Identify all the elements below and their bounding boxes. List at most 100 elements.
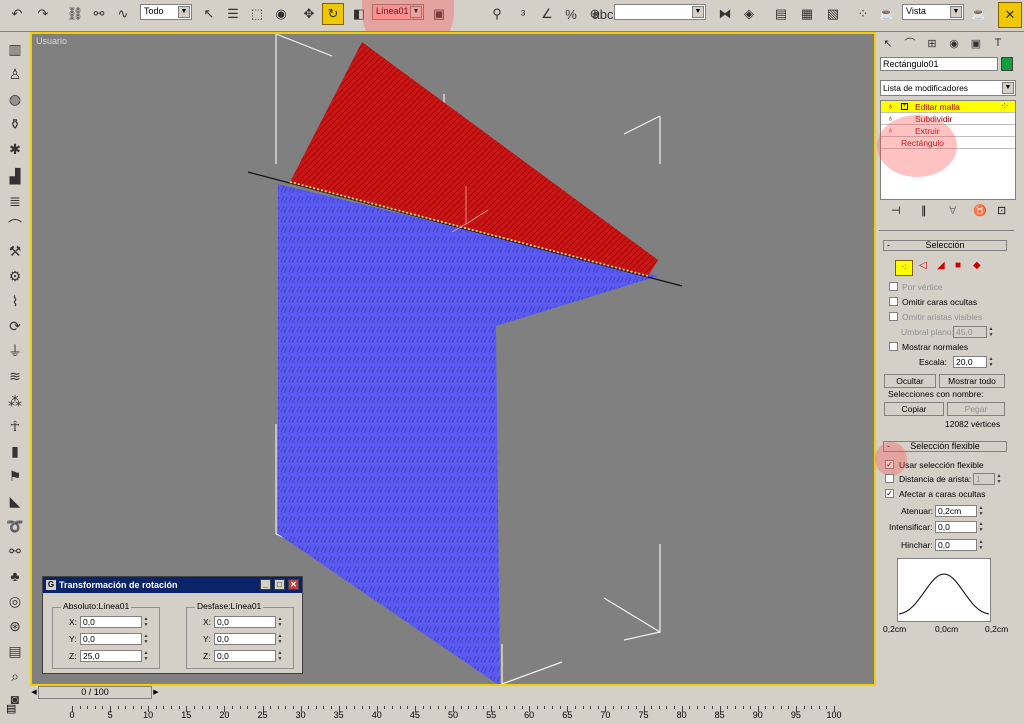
- wrench-icon[interactable]: ⚒: [4, 240, 26, 262]
- window-crossing-icon[interactable]: ◉: [270, 3, 292, 25]
- hinchar-input[interactable]: 0,0: [935, 539, 977, 551]
- modifier-item-editar-malla[interactable]: ♁ + Editar malla ·:·: [881, 101, 1015, 113]
- pegar-button[interactable]: Pegar: [947, 402, 1005, 416]
- lightbulb-icon[interactable]: ♁: [887, 101, 894, 111]
- abs-z-input[interactable]: 25,0: [80, 650, 142, 662]
- hinchar-spinner-icon[interactable]: ▲ ▼: [977, 539, 985, 551]
- face-subobject-icon[interactable]: ◢: [937, 260, 945, 271]
- select-link-icon[interactable]: ⛓: [64, 3, 86, 25]
- bind-space-warp-icon[interactable]: ∿: [112, 3, 134, 25]
- mostrar-normales-checkbox[interactable]: [889, 342, 898, 351]
- selection-rollout-header[interactable]: - Selección: [883, 240, 1007, 251]
- region-select-icon[interactable]: ⬚: [246, 3, 268, 25]
- pin-stack-icon[interactable]: ⊣: [891, 204, 901, 217]
- track-bar-icon[interactable]: ▤: [6, 702, 24, 718]
- star-icon[interactable]: ✱: [4, 138, 26, 160]
- bend-icon[interactable]: ⌇: [4, 290, 26, 312]
- prev-frame-icon[interactable]: ◀: [30, 686, 38, 699]
- off-x-spinner-icon[interactable]: ▲ ▼: [276, 616, 284, 628]
- time-slider[interactable]: 0 / 100: [38, 686, 152, 699]
- modifier-list-dropdown[interactable]: Lista de modificadores ▼: [880, 80, 1016, 96]
- ramp-icon[interactable]: ◣: [4, 490, 26, 512]
- list-icon[interactable]: ▤: [4, 640, 26, 662]
- off-y-input[interactable]: 0,0: [214, 633, 276, 645]
- undo-icon[interactable]: ↶: [6, 3, 28, 25]
- align-icon[interactable]: ◈: [738, 3, 760, 25]
- schematic-view-icon[interactable]: ▧: [822, 3, 844, 25]
- abs-y-spinner-icon[interactable]: ▲ ▼: [142, 633, 150, 645]
- abs-y-input[interactable]: 0,0: [80, 633, 142, 645]
- omitir-aristas-checkbox[interactable]: [889, 312, 898, 321]
- atenuar-spinner-icon[interactable]: ▲ ▼: [977, 505, 985, 517]
- off-y-spinner-icon[interactable]: ▲ ▼: [276, 633, 284, 645]
- hammer-icon[interactable]: ⚑: [4, 465, 26, 487]
- distancia-arista-input[interactable]: 1: [973, 473, 995, 485]
- mushroom-icon[interactable]: ♣: [4, 565, 26, 587]
- gear-icon[interactable]: ⚙: [4, 265, 26, 287]
- rotate-icon[interactable]: ↻: [322, 3, 344, 25]
- close-panel-icon[interactable]: ✕: [998, 2, 1022, 28]
- utilities-tab-icon[interactable]: T: [989, 34, 1007, 52]
- umbral-input[interactable]: 45,0: [953, 326, 987, 338]
- intensificar-spinner-icon[interactable]: ▲ ▼: [977, 521, 985, 533]
- modify-tab-icon[interactable]: ⌒: [901, 34, 919, 52]
- quick-render-icon[interactable]: ☕: [968, 3, 990, 25]
- teapot-icon[interactable]: ⚱: [4, 113, 26, 135]
- escala-input[interactable]: 20,0: [953, 356, 987, 368]
- configure-sets-icon[interactable]: ⊡: [997, 204, 1006, 217]
- abs-z-spinner-icon[interactable]: ▲ ▼: [142, 650, 150, 662]
- remove-modifier-icon[interactable]: ♉: [973, 204, 987, 217]
- cylinder-icon[interactable]: ▮: [4, 440, 26, 462]
- search-icon[interactable]: ⌕: [4, 665, 26, 687]
- off-x-input[interactable]: 0,0: [214, 616, 276, 628]
- named-set-dropdown[interactable]: ▼: [614, 4, 706, 20]
- percent-snap-icon[interactable]: %: [560, 3, 582, 25]
- maximize-icon[interactable]: □: [274, 579, 285, 590]
- selection-filter-dropdown[interactable]: Todo ▼: [140, 4, 192, 20]
- snap-3d-icon[interactable]: ³: [512, 3, 534, 25]
- motion-tab-icon[interactable]: ◉: [945, 34, 963, 52]
- escala-spinner-icon[interactable]: ▲ ▼: [987, 356, 995, 368]
- edit-named-selection-icon[interactable]: abc: [592, 3, 614, 25]
- hierarchy-tab-icon[interactable]: ⊞: [923, 34, 941, 52]
- vertex-subobject-icon[interactable]: ·:: [895, 260, 913, 276]
- tube-icon[interactable]: ⌒: [4, 215, 26, 237]
- noise-icon[interactable]: ⁂: [4, 390, 26, 412]
- off-z-spinner-icon[interactable]: ▲ ▼: [276, 650, 284, 662]
- afectar-caras-checkbox[interactable]: ✓: [885, 489, 894, 498]
- twist-icon[interactable]: ⟳: [4, 315, 26, 337]
- expand-icon[interactable]: +: [901, 103, 908, 110]
- copiar-button[interactable]: Copiar: [884, 402, 944, 416]
- select-object-icon[interactable]: ↖: [198, 3, 220, 25]
- close-icon[interactable]: ✕: [288, 579, 299, 590]
- umbral-spinner-icon[interactable]: ▲ ▼: [987, 326, 995, 338]
- por-vertice-checkbox[interactable]: [889, 282, 898, 291]
- target-icon[interactable]: ⊛: [4, 615, 26, 637]
- ocultar-button[interactable]: Ocultar: [884, 374, 936, 388]
- distancia-arista-checkbox[interactable]: [885, 474, 894, 483]
- distancia-spinner-icon[interactable]: ▲ ▼: [995, 473, 1003, 485]
- angle-snap-icon[interactable]: ∠: [536, 3, 558, 25]
- abs-x-spinner-icon[interactable]: ▲ ▼: [142, 616, 150, 628]
- taper-icon[interactable]: ⏚: [4, 340, 26, 362]
- wave-icon[interactable]: ≋: [4, 365, 26, 387]
- show-end-result-icon[interactable]: ∥: [921, 204, 927, 217]
- lathe-icon[interactable]: ⚯: [4, 540, 26, 562]
- omitir-caras-checkbox[interactable]: [889, 297, 898, 306]
- layer-manager-icon[interactable]: ▤: [770, 3, 792, 25]
- edge-subobject-icon[interactable]: ◁: [919, 260, 927, 271]
- mirror-icon[interactable]: ⧓: [714, 3, 736, 25]
- select-manipulate-icon[interactable]: ⚲: [486, 3, 508, 25]
- off-z-input[interactable]: 0,0: [214, 650, 276, 662]
- atenuar-input[interactable]: 0,2cm: [935, 505, 977, 517]
- dialog-title-bar[interactable]: G Transformación de rotación _ □ ✕: [43, 577, 302, 593]
- intensificar-input[interactable]: 0,0: [935, 521, 977, 533]
- render-type-dropdown[interactable]: Vista ▼: [902, 4, 964, 20]
- create-tab-icon[interactable]: ↖: [879, 34, 897, 52]
- mostrar-todo-button[interactable]: Mostrar todo: [939, 374, 1005, 388]
- curve-editor-icon[interactable]: ▦: [796, 3, 818, 25]
- select-by-name-icon[interactable]: ☰: [222, 3, 244, 25]
- display-tab-icon[interactable]: ▣: [967, 34, 985, 52]
- minimize-icon[interactable]: _: [260, 579, 271, 590]
- next-frame-icon[interactable]: ▶: [152, 686, 160, 699]
